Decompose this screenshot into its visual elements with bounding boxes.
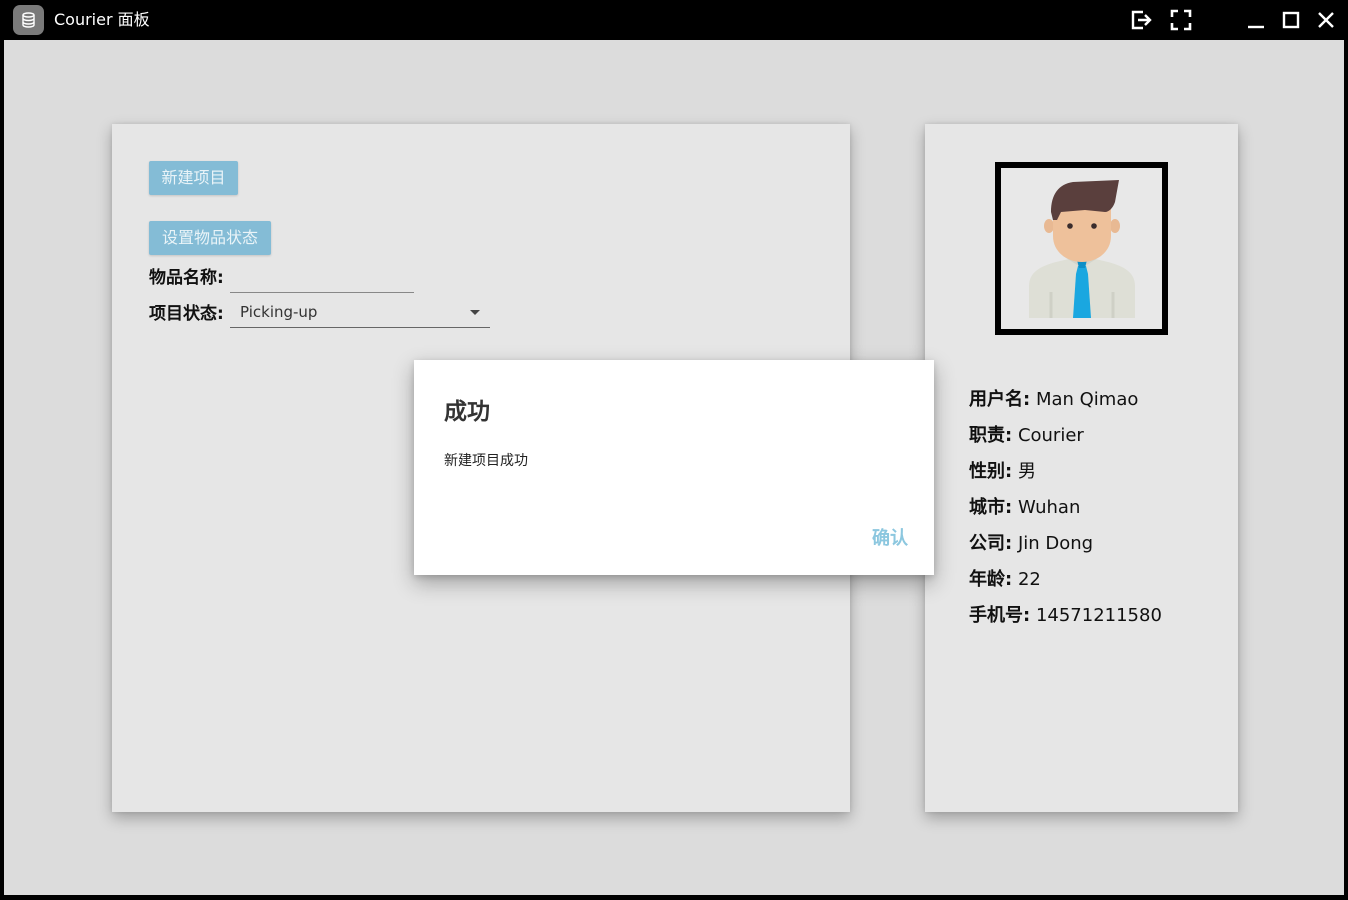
dropdown-arrow-icon [470,310,480,315]
profile-label: 城市: [969,497,1013,518]
profile-value: 14571211580 [1035,605,1162,626]
dialog-message: 新建项目成功 [444,453,528,469]
item-name-input[interactable] [230,292,414,293]
profile-label: 手机号: [969,605,1031,626]
profile-value: Jin Dong [1017,533,1094,554]
profile-gender: 性别: 男 [969,457,1036,483]
profile-label: 性别: [969,461,1013,482]
title-bar: Courier 面板 [0,0,1348,40]
logout-icon[interactable] [1130,9,1152,31]
dialog-title: 成功 [444,399,490,425]
profile-city: 城市: Wuhan [969,493,1080,519]
maximize-icon[interactable] [1280,9,1302,31]
set-item-status-button[interactable]: 设置物品状态 [149,221,271,255]
profile-label: 职责: [969,425,1013,446]
profile-company: 公司: Jin Dong [969,529,1093,555]
profile-value: 男 [1017,461,1036,482]
confirm-button[interactable]: 确认 [872,524,908,550]
profile-value: Man Qimao [1035,389,1139,410]
success-dialog: 成功 新建项目成功 确认 [414,360,934,575]
database-app-icon [13,5,44,35]
project-status-value: Picking-up [240,303,318,321]
profile-username: 用户名: Man Qimao [969,385,1138,411]
profile-label: 年龄: [969,569,1013,590]
profile-label: 用户名: [969,389,1031,410]
profile-role: 职责: Courier [969,421,1084,447]
profile-age: 年龄: 22 [969,565,1041,591]
user-avatar-icon [1001,168,1162,329]
profile-value: Wuhan [1017,497,1081,518]
profile-label: 公司: [969,533,1013,554]
item-name-label: 物品名称: [149,268,224,288]
new-project-button[interactable]: 新建项目 [149,161,238,195]
profile-value: Courier [1017,425,1084,446]
profile-value: 22 [1017,569,1041,590]
project-status-label: 项目状态: [149,304,224,324]
minimize-icon[interactable] [1245,9,1267,31]
project-status-select[interactable]: Picking-up [230,297,490,328]
profile-phone: 手机号: 14571211580 [969,601,1162,627]
close-icon[interactable] [1315,9,1337,31]
fullscreen-icon[interactable] [1170,9,1192,31]
window-title: Courier 面板 [54,10,150,29]
avatar [995,162,1168,335]
